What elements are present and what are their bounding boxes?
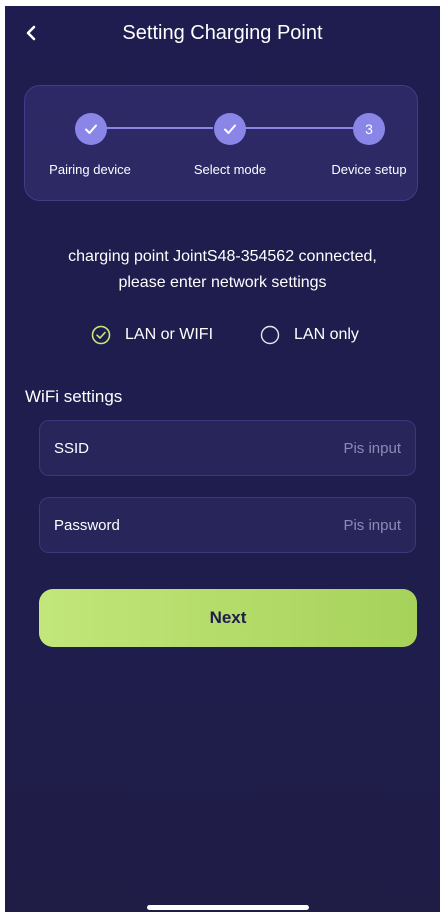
page-title: Setting Charging Point <box>122 22 323 44</box>
password-input[interactable] <box>199 515 403 535</box>
home-indicator[interactable] <box>147 905 309 910</box>
ssid-label: SSID <box>54 439 90 457</box>
step-2-indicator <box>214 113 246 145</box>
password-label: Password <box>54 516 120 534</box>
charging-point-setup-screen: Setting Charging Point 3 Pairing device … <box>5 6 440 912</box>
step-3-number: 3 <box>365 121 373 137</box>
connection-message-line-2: please enter network settings <box>118 274 327 291</box>
ssid-input[interactable] <box>199 438 403 458</box>
next-button-label: Next <box>209 608 247 627</box>
check-icon <box>85 124 97 134</box>
radio-lan-or-wifi-label: LAN or WIFI <box>125 326 214 343</box>
wifi-settings-heading: WiFi settings <box>25 387 123 406</box>
check-circle-icon <box>91 325 111 345</box>
empty-circle-icon <box>260 325 280 345</box>
connection-message: charging point JointS48-354562 connected… <box>25 244 420 296</box>
radio-lan-only-label: LAN only <box>294 326 359 343</box>
step-connector-1 <box>105 127 213 129</box>
step-1-label: Pairing device <box>49 162 131 177</box>
step-connector-2 <box>245 127 353 129</box>
back-button[interactable] <box>19 18 45 48</box>
setup-stepper: 3 Pairing device Select mode Device setu… <box>24 85 418 201</box>
connection-message-line-1: charging point JointS48-354562 connected… <box>68 248 377 265</box>
step-1-indicator <box>75 113 107 145</box>
password-field[interactable]: Password <box>39 497 416 553</box>
ssid-field[interactable]: SSID <box>39 420 416 476</box>
step-3-indicator: 3 <box>353 113 385 145</box>
next-button[interactable]: Next <box>39 589 417 647</box>
chevron-left-icon <box>26 25 36 41</box>
header: Setting Charging Point <box>5 6 440 62</box>
radio-lan-or-wifi[interactable]: LAN or WIFI <box>91 324 213 346</box>
network-mode-selector: LAN or WIFI LAN only <box>5 318 440 350</box>
step-2-label: Select mode <box>193 162 267 177</box>
step-3-label: Device setup <box>331 162 407 177</box>
radio-lan-only[interactable]: LAN only <box>260 324 359 346</box>
check-icon <box>224 124 236 134</box>
